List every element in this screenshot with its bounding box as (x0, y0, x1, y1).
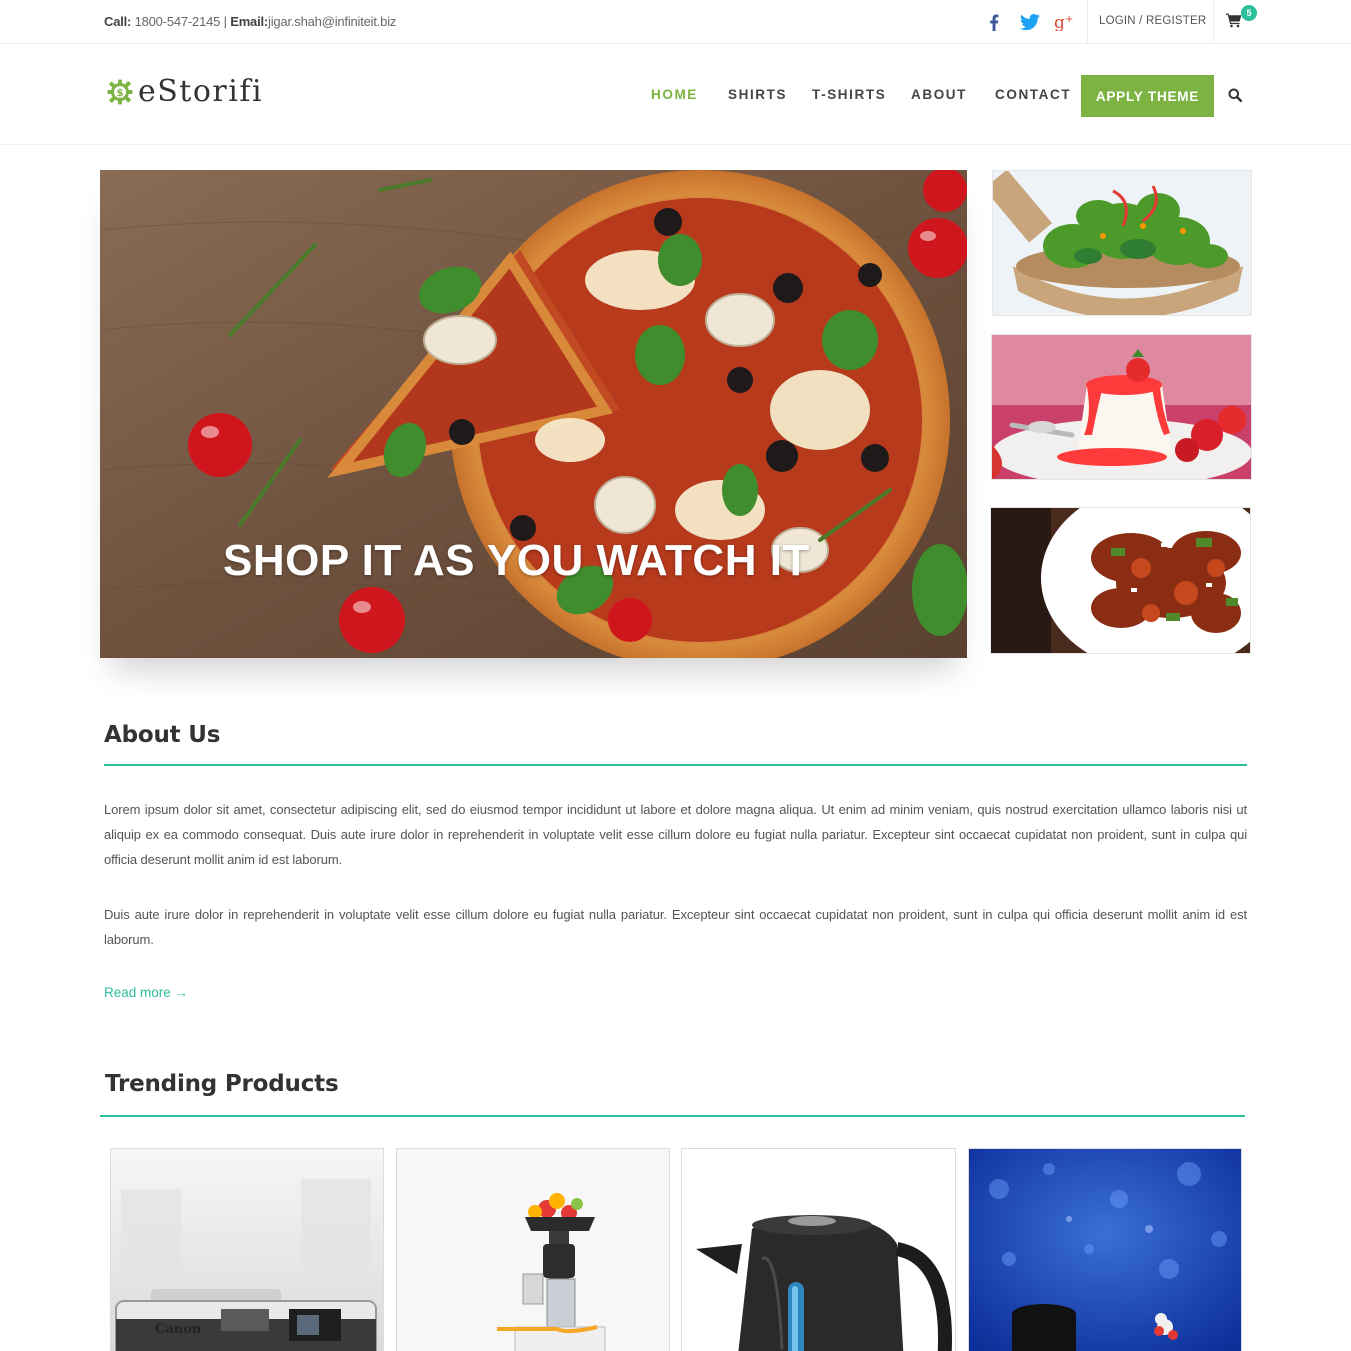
twitter-icon[interactable] (1018, 10, 1042, 34)
about-paragraph-1: Lorem ipsum dolor sit amet, consectetur … (104, 802, 1247, 867)
juicer-image (397, 1149, 669, 1351)
email-label: Email: (230, 14, 269, 29)
nav-contact[interactable]: CONTACT (995, 87, 1071, 102)
contact-info: Call: 1800-547-2145 | Email:jigar.shah@i… (104, 14, 396, 29)
facebook-icon[interactable] (985, 10, 1003, 34)
topbar-divider (1213, 0, 1214, 44)
perfume-image (969, 1149, 1241, 1351)
hero-banner[interactable]: SHOP IT AS YOU WATCH IT (100, 170, 967, 658)
svg-text:g: g (1054, 13, 1065, 31)
hero-caption: SHOP IT AS YOU WATCH IT (223, 536, 810, 585)
svg-text:$: $ (117, 88, 124, 99)
top-bar: Call: 1800-547-2145 | Email:jigar.shah@i… (0, 0, 1351, 44)
product-card-perfume[interactable] (968, 1148, 1242, 1351)
nav-tshirts[interactable]: T-SHIRTS (812, 87, 886, 102)
dessert-image[interactable] (991, 334, 1252, 480)
about-divider (104, 764, 1247, 766)
chilli-dish-image[interactable] (990, 507, 1251, 654)
product-card-juicer[interactable] (396, 1148, 670, 1351)
logo-text: eStorifi (138, 74, 264, 109)
login-register-link[interactable]: LOGIN / REGISTER (1099, 15, 1206, 27)
nav-about[interactable]: ABOUT (911, 87, 967, 102)
camera-image: Canon (111, 1149, 383, 1351)
google-plus-icon[interactable]: g + (1053, 10, 1077, 34)
call-label: Call: (104, 14, 132, 29)
kettle-image (682, 1149, 955, 1351)
svg-text:+: + (1065, 14, 1073, 25)
about-us-heading: About Us (104, 722, 221, 748)
phone-number[interactable]: 1800-547-2145 (135, 14, 221, 29)
topbar-divider (1087, 0, 1088, 44)
site-logo[interactable]: $ eStorifi (107, 74, 263, 109)
nav-shirts[interactable]: SHIRTS (728, 87, 787, 102)
product-card-camera[interactable]: Canon (110, 1148, 384, 1351)
trending-products-heading: Trending Products (105, 1071, 339, 1097)
apply-theme-button[interactable]: APPLY THEME (1081, 75, 1214, 117)
read-more-link[interactable]: Read more → (104, 985, 188, 1000)
logo-gear-icon: $ (107, 79, 133, 104)
about-paragraph-2: Duis aute irure dolor in reprehenderit i… (104, 907, 1247, 947)
camera-brand: Canon (155, 1322, 202, 1337)
cart-count-badge: 5 (1241, 5, 1257, 21)
email-address[interactable]: jigar.shah@infiniteit.biz (268, 14, 396, 29)
salad-image[interactable] (992, 170, 1252, 316)
main-header: $ eStorifi HOME SHIRTS T-SHIRTS ABOUT CO… (0, 44, 1351, 145)
trending-divider (100, 1115, 1245, 1117)
product-card-kettle[interactable] (681, 1148, 956, 1351)
nav-home[interactable]: HOME (651, 87, 698, 102)
contact-separator: | (223, 14, 227, 29)
search-icon[interactable] (1228, 88, 1244, 104)
